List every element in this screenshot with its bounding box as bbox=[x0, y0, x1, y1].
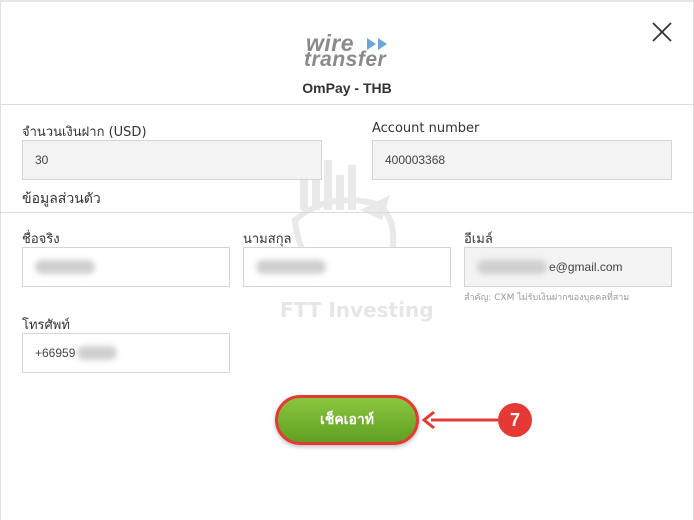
email-field[interactable]: e@gmail.com bbox=[464, 247, 672, 287]
amount-value: 30 bbox=[35, 153, 49, 167]
modal-left-border bbox=[0, 0, 1, 520]
payment-method-title: OmPay - THB bbox=[302, 80, 392, 96]
pointer-arrow-icon bbox=[421, 410, 498, 430]
checkout-button[interactable]: เช็คเอาท์ bbox=[275, 395, 419, 445]
redacted-first-name bbox=[35, 260, 95, 274]
phone-label: โทรศัพท์ bbox=[22, 318, 70, 333]
checkout-button-label: เช็คเอาท์ bbox=[320, 412, 374, 428]
step-number-badge: 7 bbox=[498, 403, 532, 437]
redacted-phone-digits bbox=[77, 346, 118, 360]
logo-text-transfer: transfer bbox=[304, 48, 387, 71]
amount-field[interactable]: 30 bbox=[22, 140, 322, 180]
logo-arrows-icon bbox=[367, 38, 387, 50]
redacted-last-name bbox=[256, 260, 326, 274]
modal-top-border bbox=[0, 0, 694, 2]
last-name-label: นามสกุล bbox=[243, 232, 292, 247]
step-number: 7 bbox=[509, 409, 520, 430]
account-number-label: Account number bbox=[372, 121, 480, 136]
email-value: e@gmail.com bbox=[549, 260, 623, 274]
last-name-field[interactable] bbox=[243, 247, 451, 287]
email-note: สำคัญ: CXM ไม่รับเงินฝากของบุคคลที่สาม bbox=[464, 293, 630, 303]
account-number-field[interactable]: 400003368 bbox=[372, 140, 672, 180]
watermark-text: FTT Investing bbox=[280, 298, 434, 322]
first-name-field[interactable] bbox=[22, 247, 230, 287]
redacted-email-prefix bbox=[477, 260, 547, 274]
email-label: อีเมล์ bbox=[464, 232, 493, 247]
amount-label: จำนวนเงินฝาก (USD) bbox=[22, 125, 147, 140]
divider bbox=[0, 212, 694, 213]
phone-value: +66959 bbox=[35, 346, 76, 360]
wire-transfer-logo: wire transfer bbox=[304, 30, 394, 71]
close-icon[interactable] bbox=[650, 20, 674, 44]
account-number-value: 400003368 bbox=[385, 153, 446, 167]
divider bbox=[0, 104, 694, 105]
personal-info-heading: ข้อมูลส่วนตัว bbox=[22, 191, 101, 207]
first-name-label: ชื่อจริง bbox=[22, 232, 60, 247]
phone-field[interactable]: +66959 bbox=[22, 333, 230, 373]
